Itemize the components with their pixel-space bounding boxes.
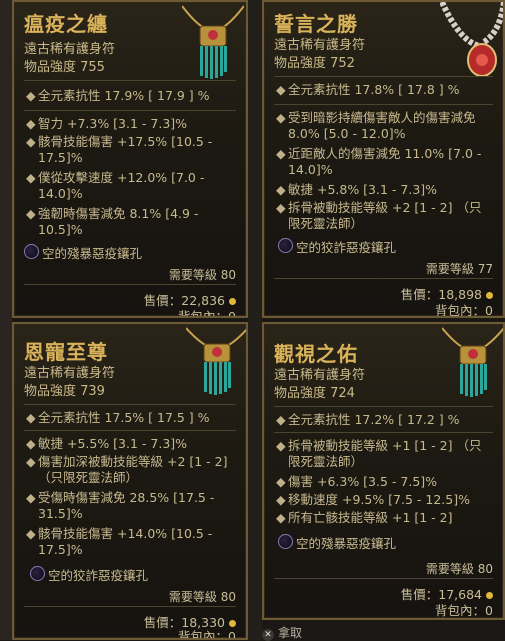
divider: [274, 432, 493, 433]
affix-line: ◆ 受傷時傷害減免 28.5% [17.5 - 31.5]%: [26, 490, 215, 521]
item-name: 觀視之佑: [274, 342, 358, 366]
divider: [274, 76, 493, 77]
affix-line: ◆ 敏捷 +5.5% [3.1 - 7.3]%: [26, 436, 188, 451]
divider: [274, 406, 493, 407]
gold-coin-icon: [486, 592, 493, 599]
amulet-icon: [186, 327, 246, 395]
item-card-4[interactable]: 觀視之佑 遠古稀有護身符 物品強度 724 ◆ 全元素抗性 17.2% [ 17.…: [262, 322, 505, 620]
bag-count: 背包內：0: [178, 629, 236, 640]
affix-line: ◆ 智力 +7.3% [3.1 - 7.3]%: [26, 116, 188, 131]
resist-line: ◆ 全元素抗性 17.8% [ 17.8 ] %: [276, 82, 460, 97]
resist-line: ◆ 全元素抗性 17.2% [ 17.2 ] %: [276, 412, 460, 427]
close-icon: ✕: [262, 629, 274, 641]
required-level: 需要等級 77: [425, 262, 493, 276]
gold-coin-icon: [486, 292, 493, 299]
affix-line: ◆ 傷害 +6.3% [3.5 - 7.5]%: [276, 474, 438, 489]
item-card-1[interactable]: 瘟疫之纏 遠古稀有護身符 物品強度 755 ◆ 全元素抗性 17.9% [ 17.…: [12, 0, 248, 318]
item-type: 遠古稀有護身符: [24, 366, 116, 381]
item-card-2[interactable]: 誓言之勝 遠古稀有護身符 物品強度 752 ◆ 全元素抗性 17.8% [ 17.…: [262, 0, 505, 318]
divider: [24, 80, 236, 81]
affix-line: ◆ 強韌時傷害減免 8.1% [4.9 - 10.5]%: [26, 206, 199, 237]
item-type: 遠古稀有護身符: [274, 38, 366, 53]
divider: [24, 284, 236, 285]
background-left: [0, 0, 12, 640]
socket-label: 空的狡詐惡疫鑲孔: [48, 568, 149, 583]
amulet-icon: [182, 5, 244, 79]
divider: [274, 104, 493, 105]
affix-line: ◆ 僕從攻擊速度 +12.0% [7.0 - 14.0]%: [26, 170, 205, 201]
socket-label: 空的殘暴惡疫鑲孔: [296, 536, 397, 551]
bag-count: 背包內：0: [435, 303, 493, 318]
divider: [274, 278, 493, 279]
socket-gem-icon: [30, 566, 45, 581]
required-level: 需要等級 80: [168, 268, 236, 282]
affix-line: ◆ 拆骨被動技能等級 +2 [1 - 2] （只限死靈法師）: [276, 200, 482, 231]
item-power: 物品強度 755: [24, 60, 105, 75]
socket-gem-icon: [24, 244, 39, 259]
item-card-3[interactable]: 恩寵至尊 遠古稀有護身符 物品強度 739 ◆ 全元素抗性 17.5% [ 17.…: [12, 322, 248, 640]
affix-line: ◆ 所有亡骸技能等級 +1 [1 - 2]: [276, 510, 453, 525]
divider: [24, 430, 236, 431]
affix-line: ◆ 敏捷 +5.8% [3.1 - 7.3]%: [276, 182, 438, 197]
affix-line: ◆ 拆骨被動技能等級 +1 [1 - 2] （只限死靈法師）: [276, 438, 482, 469]
take-button[interactable]: ✕ 拿取: [262, 624, 382, 641]
bag-count: 背包內：0: [435, 603, 493, 618]
affix-line: ◆ 骸骨技能傷害 +14.0% [10.5 - 17.5]%: [26, 526, 213, 557]
item-name: 恩寵至尊: [24, 340, 108, 364]
divider: [24, 404, 236, 405]
affix-line: ◆ 近距敵人的傷害減免 11.0% [7.0 - 14.0]%: [276, 146, 482, 177]
divider: [24, 606, 236, 607]
affix-line: ◆ 骸骨技能傷害 +17.5% [10.5 - 17.5]%: [26, 134, 213, 165]
item-name: 誓言之勝: [274, 12, 358, 36]
gold-coin-icon: [229, 298, 236, 305]
affix-line: ◆ 傷害加深被動技能等級 +2 [1 - 2] （只限死靈法師）: [26, 454, 228, 485]
amulet-icon: [442, 327, 503, 397]
affix-line: ◆ 移動速度 +9.5% [7.5 - 12.5]%: [276, 492, 470, 507]
item-type: 遠古稀有護身符: [24, 42, 116, 57]
socket-gem-icon: [278, 238, 293, 253]
take-label: 拿取: [278, 626, 303, 640]
item-power: 物品強度 752: [274, 56, 355, 71]
resist-line: ◆ 全元素抗性 17.5% [ 17.5 ] %: [26, 410, 210, 425]
required-level: 需要等級 80: [168, 590, 236, 604]
bag-count: 背包內：0: [178, 309, 236, 318]
amulet-icon: [440, 2, 503, 77]
background-middle: [248, 0, 262, 640]
socket-label: 空的狡詐惡疫鑲孔: [296, 240, 397, 255]
socket-gem-icon: [278, 534, 293, 549]
item-power: 物品強度 739: [24, 384, 105, 399]
required-level: 需要等級 80: [425, 562, 493, 576]
resist-line: ◆ 全元素抗性 17.9% [ 17.9 ] %: [26, 88, 210, 103]
divider: [24, 110, 236, 111]
item-type: 遠古稀有護身符: [274, 368, 366, 383]
affix-line: ◆ 受到暗影持續傷害敵人的傷害減免 8.0% [5.0 - 12.0]%: [276, 110, 476, 141]
item-power: 物品強度 724: [274, 386, 355, 401]
divider: [274, 578, 493, 579]
item-name: 瘟疫之纏: [24, 12, 108, 36]
socket-label: 空的殘暴惡疫鑲孔: [42, 246, 143, 261]
